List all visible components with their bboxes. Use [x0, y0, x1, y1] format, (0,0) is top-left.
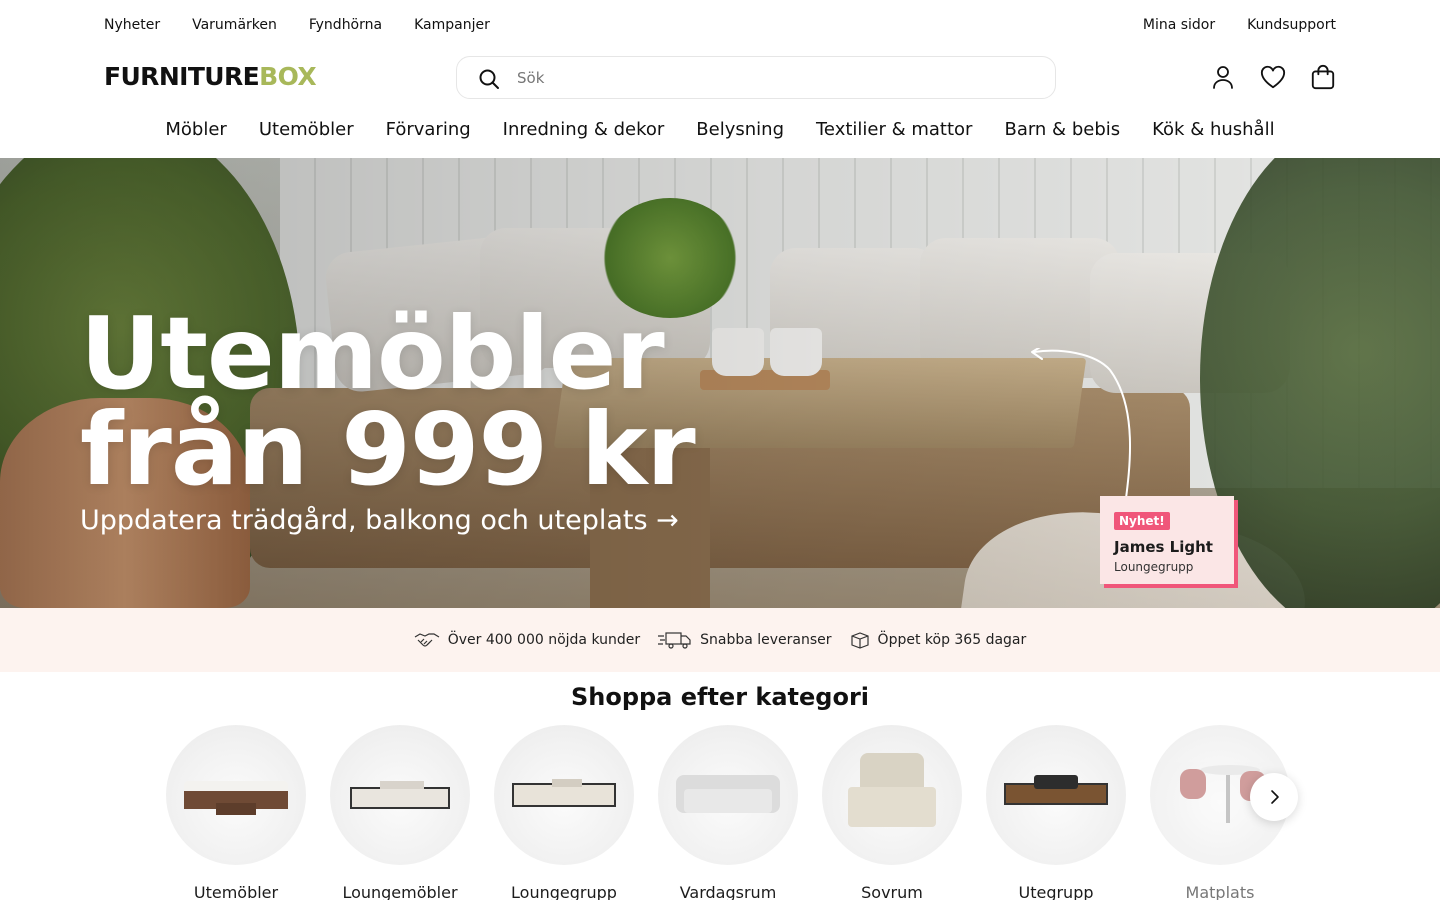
utility-link-kundsupport[interactable]: Kundsupport [1247, 17, 1336, 33]
nav-item-belysning[interactable]: Belysning [696, 117, 784, 143]
carousel-next-button[interactable] [1250, 773, 1298, 821]
utility-link-kampanjer[interactable]: Kampanjer [414, 17, 490, 33]
category-item-utegrupp[interactable]: Utegrupp [986, 725, 1126, 900]
product-tag-name: James Light [1114, 538, 1213, 556]
category-image [822, 725, 962, 865]
category-section-title: Shoppa efter kategori [570, 683, 870, 711]
category-label: Matplats [1185, 883, 1255, 900]
usp-text: Över 400 000 nöjda kunder [447, 632, 641, 648]
site-logo[interactable]: FURNITUREBOX [104, 62, 317, 91]
main-nav: Möbler Utemöbler Förvaring Inredning & d… [0, 117, 1440, 143]
nav-item-forvaring[interactable]: Förvaring [386, 117, 471, 143]
usp-item: Över 400 000 nöjda kunder [414, 631, 640, 649]
usp-bar: Över 400 000 nöjda kunder Snabba leveran… [0, 608, 1440, 672]
category-label: Utemöbler [193, 883, 279, 900]
logo-text-furniture: FURNITURE [104, 62, 260, 91]
utility-link-nyheter[interactable]: Nyheter [104, 17, 160, 33]
curved-arrow-icon [1031, 348, 1132, 507]
category-label: Utegrupp [1018, 883, 1094, 900]
category-item-loungemobler[interactable]: Loungemöbler [330, 725, 470, 900]
category-label: Loungegrupp [511, 883, 617, 900]
category-image [986, 725, 1126, 865]
logo-text-box: BOX [259, 62, 317, 91]
hero-title: Utemöbler från 999 kr [80, 304, 696, 500]
nav-item-barn-bebis[interactable]: Barn & bebis [1004, 117, 1120, 143]
search-bar [456, 56, 1056, 99]
usp-item: Snabba leveranser [658, 631, 832, 649]
product-tag[interactable]: Nyhet! James Light Loungegrupp [1100, 496, 1234, 584]
category-image [166, 725, 306, 865]
search-input[interactable] [517, 66, 1037, 90]
handshake-icon [414, 633, 440, 647]
category-image [330, 725, 470, 865]
search-icon[interactable] [477, 67, 501, 91]
utility-bar: Nyheter Varumärken Fyndhörna Kampanjer M… [0, 0, 1440, 52]
category-item-vardagsrum[interactable]: Vardagsrum [658, 725, 798, 900]
utility-link-mina-sidor[interactable]: Mina sidor [1143, 17, 1215, 33]
usp-text: Öppet köp 365 dagar [877, 632, 1027, 648]
hero-title-line2: från 999 kr [80, 391, 696, 508]
utility-nav-left: Nyheter Varumärken Fyndhörna Kampanjer [104, 17, 490, 33]
nav-item-textilier-mattor[interactable]: Textilier & mattor [816, 117, 972, 143]
category-item-utemobler[interactable]: Utemöbler [166, 725, 306, 900]
hero-subtitle-link[interactable]: Uppdatera trädgård, balkong och uteplats… [80, 504, 679, 538]
category-label: Vardagsrum [679, 883, 777, 900]
header-icons [1210, 63, 1336, 91]
chevron-right-icon [1271, 790, 1279, 804]
hero-banner[interactable]: Utemöbler från 999 kr Uppdatera trädgård… [0, 158, 1440, 608]
category-image [658, 725, 798, 865]
category-label: Loungemöbler [342, 883, 458, 900]
usp-text: Snabba leveranser [700, 632, 832, 648]
box-icon [850, 632, 869, 649]
category-item-loungegrupp[interactable]: Loungegrupp [494, 725, 634, 900]
nav-item-mobler[interactable]: Möbler [165, 117, 226, 143]
category-image [494, 725, 634, 865]
category-carousel: Utemöbler Loungemöbler Loungegrupp Varda… [166, 725, 1306, 900]
heart-icon[interactable] [1260, 63, 1286, 91]
product-tag-type: Loungegrupp [1114, 560, 1194, 574]
utility-link-fyndhorna[interactable]: Fyndhörna [309, 17, 382, 33]
utility-nav-right: Mina sidor Kundsupport [1143, 17, 1336, 33]
usp-item: Öppet köp 365 dagar [850, 631, 1027, 649]
nav-item-inredning-dekor[interactable]: Inredning & dekor [503, 117, 665, 143]
category-item-sovrum[interactable]: Sovrum [822, 725, 962, 900]
account-icon[interactable] [1210, 63, 1236, 91]
utility-link-varumarken[interactable]: Varumärken [192, 17, 277, 33]
truck-icon [658, 632, 691, 649]
bag-icon[interactable] [1310, 63, 1336, 91]
category-label: Sovrum [861, 883, 923, 900]
new-badge: Nyhet! [1114, 512, 1170, 530]
nav-item-utemobler[interactable]: Utemöbler [259, 117, 354, 143]
nav-item-kok-hushall[interactable]: Kök & hushåll [1152, 117, 1274, 143]
